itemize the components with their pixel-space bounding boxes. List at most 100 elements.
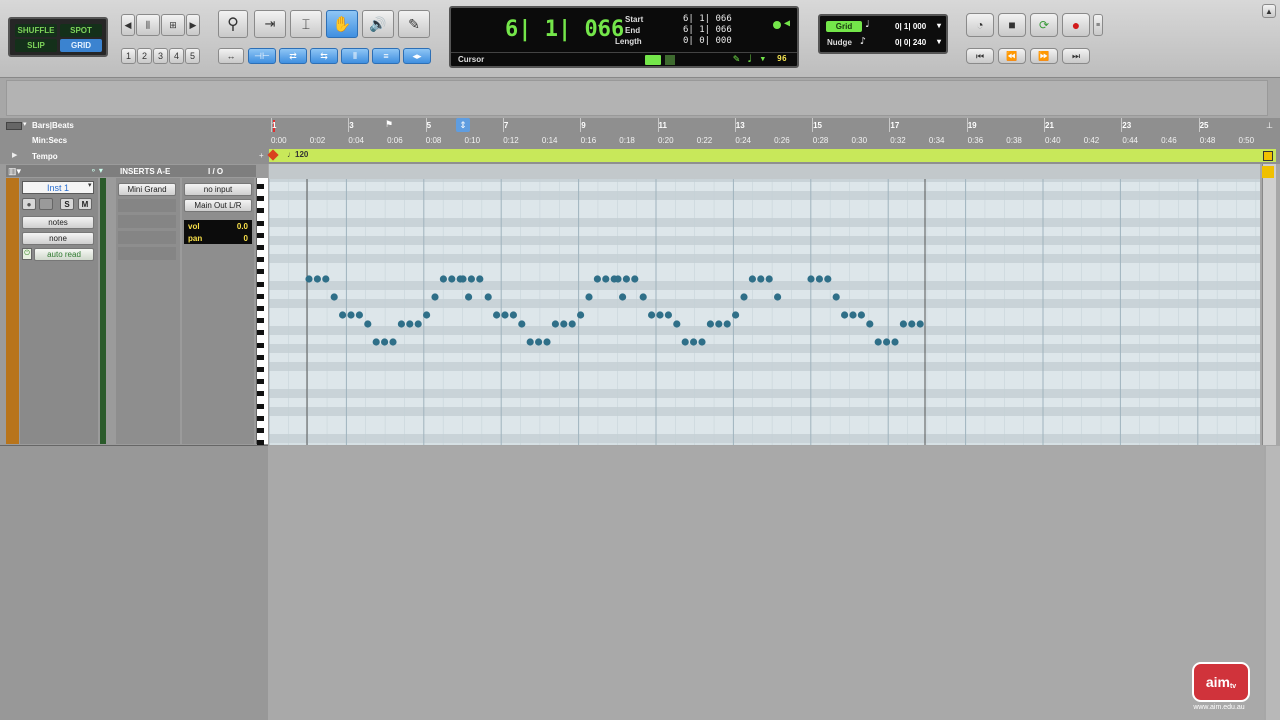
zoomer-tool-icon[interactable]: ⚲ (218, 10, 248, 38)
zoom-out-icon[interactable]: ◀ (121, 14, 135, 36)
black-key[interactable] (257, 318, 264, 324)
black-key[interactable] (257, 220, 264, 226)
window-menu-icon[interactable]: ▲ (1262, 4, 1276, 18)
right-edge-scroll[interactable] (1266, 446, 1280, 720)
zoom-preset-4[interactable]: 4 (169, 48, 184, 64)
online-icon[interactable]: ◔ (966, 13, 994, 37)
playback-cursor-icon[interactable]: ⇕ (456, 118, 470, 132)
volume-control[interactable]: vol 0.0 (184, 220, 252, 232)
link-track-icon[interactable]: ⇆ (310, 48, 338, 64)
nudge-value[interactable]: 0| 0| 240 (895, 38, 926, 47)
mute-button[interactable]: M (78, 198, 92, 210)
pan-control[interactable]: pan 0 (184, 232, 252, 244)
tempo-expand-icon[interactable]: ▶ (12, 151, 17, 159)
black-key[interactable] (257, 391, 264, 397)
zoom-preset-3[interactable]: 3 (153, 48, 168, 64)
black-key[interactable] (257, 208, 264, 214)
record-enable-button[interactable]: ● (22, 198, 36, 210)
black-key[interactable] (257, 293, 264, 299)
black-key[interactable] (257, 184, 264, 189)
transport-expand-icon[interactable]: ≡ (1093, 14, 1103, 36)
midi-input-icon[interactable] (645, 55, 661, 65)
play-loop-icon[interactable]: ⟳ (1030, 13, 1058, 37)
audio-zoom-icon[interactable]: ⫼ (136, 14, 160, 36)
rewind-icon[interactable]: ⏪ (998, 48, 1026, 64)
playlist-selector[interactable]: none (22, 232, 94, 245)
zoom-preset-5[interactable]: 5 (185, 48, 200, 64)
black-key[interactable] (257, 354, 264, 360)
pre-post-roll-icon[interactable] (773, 21, 781, 29)
piano-keyboard[interactable] (256, 178, 268, 446)
end-value[interactable]: 6| 1| 066 (683, 25, 732, 35)
automation-mode-selector[interactable]: auto read (34, 248, 94, 261)
smart-tool-icon[interactable]: ↔ (218, 48, 244, 64)
grid-value[interactable]: 0| 1| 000 (895, 22, 926, 31)
input-monitor-button[interactable] (39, 198, 53, 210)
keyboard-focus-icon[interactable]: ◂▸ (403, 48, 431, 64)
black-key[interactable] (257, 281, 264, 287)
insert-slot-a[interactable]: Mini Grand (118, 183, 176, 196)
go-to-end-icon[interactable]: ⏭ (1062, 48, 1090, 64)
insert-slot-b[interactable] (118, 199, 176, 212)
insert-slot-d[interactable] (118, 231, 176, 244)
scrubber-tool-icon[interactable]: 🔊 (362, 10, 394, 38)
pencil-tool-icon[interactable]: ✎ (398, 10, 430, 38)
black-key[interactable] (257, 269, 264, 275)
ruler-menu-icon[interactable] (6, 122, 22, 130)
black-key[interactable] (257, 257, 264, 263)
tab-to-transient-icon[interactable]: ⊣⊢ (248, 48, 276, 64)
midi-zoom-icon[interactable]: ⊞ (161, 14, 185, 36)
selector-tool-icon[interactable]: ⌶ (290, 10, 322, 38)
track-options-icon[interactable]: ⚬ ▾ (90, 166, 103, 175)
record-icon[interactable]: ● (1062, 13, 1090, 37)
length-value[interactable]: 0| 0| 000 (683, 36, 732, 46)
grid-label[interactable]: Grid (826, 21, 862, 32)
trim-tool-icon[interactable]: ⇥ (254, 10, 286, 38)
black-key[interactable] (257, 196, 264, 202)
insertion-follows-icon[interactable]: ≡ (372, 48, 400, 64)
pencil-velocity-icon[interactable]: ✎ ♩ ▾ (733, 52, 766, 65)
black-key[interactable] (257, 342, 264, 348)
selection-marker-icon[interactable]: ⚑ (385, 119, 393, 130)
black-key[interactable] (257, 245, 264, 250)
black-key[interactable] (257, 415, 264, 421)
zoom-preset-1[interactable]: 1 (121, 48, 136, 64)
midi-note-editor[interactable] (269, 164, 1260, 445)
track-dropdown-icon[interactable]: ▾ (88, 181, 92, 189)
spot-mode-button[interactable]: SPOT (60, 24, 102, 37)
midi-notes-canvas[interactable] (269, 164, 1260, 445)
black-key[interactable] (257, 403, 264, 409)
link-timeline-icon[interactable]: ⇄ (279, 48, 307, 64)
slip-mode-button[interactable]: SLIP (15, 39, 57, 52)
default-velocity[interactable]: 96 (777, 54, 787, 63)
mirror-midi-icon[interactable]: ⫴ (341, 48, 369, 64)
vertical-scrollbar[interactable] (1262, 164, 1276, 445)
tempo-ruler[interactable]: ♩120 (267, 149, 1276, 162)
return-to-zero-icon[interactable]: ⏮ (966, 48, 994, 64)
fast-forward-icon[interactable]: ⏩ (1030, 48, 1058, 64)
main-counter-dropdown-icon[interactable]: ▾ (597, 22, 602, 32)
solo-button[interactable]: S (60, 198, 74, 210)
tempo-event-marker[interactable] (267, 149, 279, 161)
automation-lock-icon[interactable]: ⏻ (22, 248, 32, 260)
grabber-tool-icon[interactable]: ✋ (326, 10, 358, 38)
insert-slot-c[interactable] (118, 215, 176, 228)
ruler-scroll-up-icon[interactable]: ⊥ (1266, 121, 1273, 130)
tempo-end-marker-icon[interactable] (1263, 151, 1273, 161)
track-view-selector[interactable]: notes (22, 216, 94, 229)
output-selector[interactable]: Main Out L/R (184, 199, 252, 212)
grid-dropdown-icon[interactable]: ▾ (937, 21, 941, 30)
black-key[interactable] (257, 330, 264, 336)
black-key[interactable] (257, 440, 264, 446)
black-key[interactable] (257, 379, 264, 385)
track-name[interactable]: Inst 1 (22, 181, 94, 194)
wait-for-note-icon[interactable] (665, 55, 675, 65)
track-view-menu-icon[interactable]: ▥▾ (8, 166, 21, 177)
insert-slot-e[interactable] (118, 247, 176, 260)
grid-mode-button[interactable]: GRID (60, 39, 102, 52)
stop-icon[interactable]: ■ (998, 13, 1026, 37)
nudge-dropdown-icon[interactable]: ▾ (937, 37, 941, 46)
input-selector[interactable]: no input (184, 183, 252, 196)
main-counter[interactable]: 6| 1| 066 (505, 17, 624, 42)
zoom-preset-2[interactable]: 2 (137, 48, 152, 64)
